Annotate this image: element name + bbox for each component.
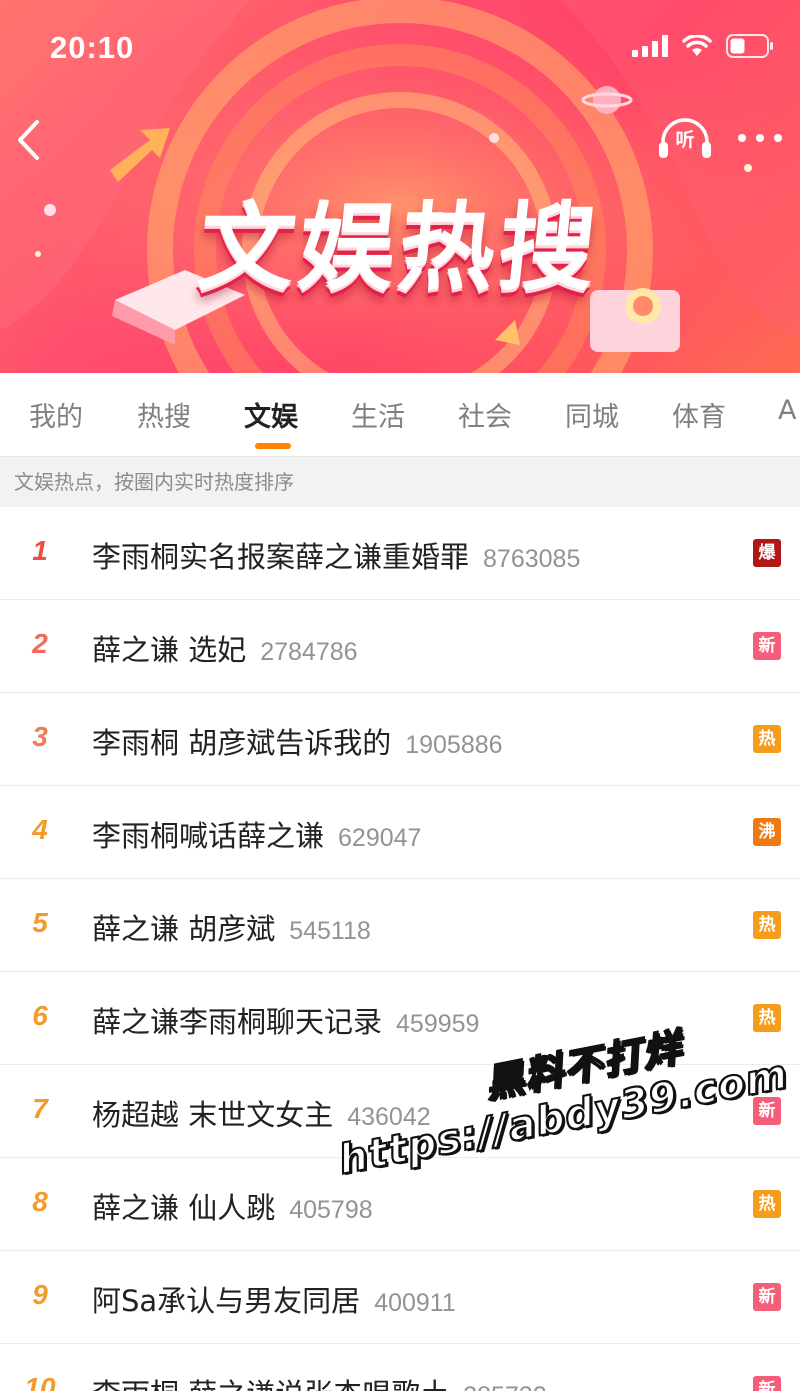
item-count: 2784786 [260, 638, 358, 666]
status-icons [632, 34, 774, 58]
item-title-line: 杨超越 末世文女主 436042 [92, 1092, 431, 1134]
status-badge: 热 [753, 911, 781, 939]
list-item[interactable]: 3 李雨桐 胡彦斌告诉我的 1905886 热 [0, 693, 800, 786]
status-badge: 热 [753, 1190, 781, 1218]
list-item[interactable]: 1 李雨桐实名报案薛之谦重婚罪 8763085 爆 [0, 507, 800, 600]
tab-mine[interactable]: 我的 [29, 395, 83, 434]
status-time: 20:10 [50, 30, 135, 65]
item-title[interactable]: 薛之谦李雨桐聊天记录 [92, 1005, 382, 1039]
list-item[interactable]: 4 李雨桐喊话薛之谦 629047 沸 [0, 786, 800, 879]
status-badge: 新 [753, 1283, 781, 1311]
list-item[interactable]: 10 李雨桐 薛之谦说张杰唱歌土 385732 新 [0, 1344, 800, 1391]
tab-sports[interactable]: 体育 [672, 395, 726, 434]
status-badge: 爆 [753, 539, 781, 567]
rank-number: 7 [32, 1093, 48, 1124]
tab-life[interactable]: 生活 [351, 395, 405, 434]
list-item[interactable]: 5 薛之谦 胡彦斌 545118 热 [0, 879, 800, 972]
header-banner: 20:10 听 文娱热搜 [0, 0, 800, 373]
list-item[interactable]: 8 薛之谦 仙人跳 405798 热 [0, 1158, 800, 1251]
item-count: 629047 [338, 824, 422, 852]
listen-label: 听 [675, 129, 695, 151]
item-title[interactable]: 薛之谦 选妃 [92, 633, 246, 667]
item-title[interactable]: 薛之谦 仙人跳 [92, 1191, 275, 1225]
item-count: 459959 [396, 1010, 480, 1038]
list-item[interactable]: 9 阿Sa承认与男友同居 400911 新 [0, 1251, 800, 1344]
wifi-icon [682, 35, 712, 56]
status-bar: 20:10 [0, 0, 800, 100]
item-title-line: 薛之谦李雨桐聊天记录 459959 [92, 999, 479, 1041]
rank-number: 2 [32, 628, 48, 659]
more-dot-icon [738, 134, 746, 142]
item-title-line: 薛之谦 选妃 2784786 [92, 627, 358, 669]
item-count: 400911 [374, 1289, 456, 1317]
item-title-line: 李雨桐 薛之谦说张杰唱歌土 385732 [92, 1371, 547, 1391]
status-badge: 新 [753, 632, 781, 660]
status-badge: 沸 [753, 818, 781, 846]
rank-number: 10 [24, 1372, 56, 1391]
item-count: 385732 [463, 1382, 546, 1391]
item-count: 1905886 [405, 731, 503, 759]
item-title[interactable]: 阿Sa承认与男友同居 [92, 1284, 360, 1318]
status-badge: 热 [753, 725, 781, 753]
rank-number: 6 [32, 1000, 48, 1031]
rank-number: 1 [32, 535, 48, 566]
item-title-line: 薛之谦 胡彦斌 545118 [92, 906, 371, 948]
list-item[interactable]: 2 薛之谦 选妃 2784786 新 [0, 600, 800, 693]
battery-icon [726, 34, 773, 58]
tab-more-partial[interactable]: A [778, 395, 796, 426]
rank-number: 5 [32, 907, 48, 938]
page-title: 文娱热搜 [193, 192, 605, 304]
tab-entertainment[interactable]: 文娱 [244, 395, 298, 434]
chevron-left-icon [18, 120, 39, 160]
item-title-line: 薛之谦 仙人跳 405798 [92, 1185, 373, 1227]
item-count: 8763085 [483, 545, 581, 573]
rank-number: 3 [32, 721, 48, 752]
item-title-line: 李雨桐喊话薛之谦 629047 [92, 813, 421, 855]
rank-number: 9 [32, 1279, 48, 1310]
list-item[interactable]: 7 杨超越 末世文女主 436042 新 [0, 1065, 800, 1158]
hot-search-list: 1 李雨桐实名报案薛之谦重婚罪 8763085 爆 2 薛之谦 选妃 2784786… [0, 507, 800, 1391]
status-badge: 热 [753, 1004, 781, 1032]
item-title[interactable]: 李雨桐实名报案薛之谦重婚罪 [92, 540, 469, 574]
item-count: 405798 [289, 1196, 373, 1224]
item-title-line: 阿Sa承认与男友同居 400911 [92, 1278, 456, 1320]
item-count: 436042 [347, 1103, 431, 1131]
listen-button[interactable]: 听 [656, 116, 714, 164]
item-title[interactable]: 李雨桐 薛之谦说张杰唱歌土 [92, 1377, 449, 1391]
tab-hot-search[interactable]: 热搜 [137, 395, 191, 434]
item-title[interactable]: 李雨桐 胡彦斌告诉我的 [92, 726, 391, 760]
status-badge: 新 [753, 1097, 781, 1125]
category-tabs: 我的 热搜 文娱 生活 社会 同城 体育 A [0, 373, 800, 457]
rank-number: 4 [32, 814, 48, 845]
item-title[interactable]: 李雨桐喊话薛之谦 [92, 819, 324, 853]
signal-icon [632, 35, 668, 57]
item-count: 545118 [289, 917, 371, 945]
list-item[interactable]: 6 薛之谦李雨桐聊天记录 459959 热 [0, 972, 800, 1065]
active-tab-indicator [255, 443, 291, 449]
item-title[interactable]: 薛之谦 胡彦斌 [92, 912, 275, 946]
item-title-line: 李雨桐 胡彦斌告诉我的 1905886 [92, 720, 503, 762]
back-button[interactable] [8, 116, 48, 164]
more-dot-icon [756, 134, 764, 142]
rank-number: 8 [32, 1186, 48, 1217]
more-button[interactable] [736, 120, 784, 156]
list-hint: 文娱热点，按圈内实时热度排序 [0, 457, 800, 507]
status-badge: 新 [753, 1376, 781, 1391]
item-title[interactable]: 杨超越 末世文女主 [92, 1098, 333, 1132]
more-dot-icon [774, 134, 782, 142]
item-title-line: 李雨桐实名报案薛之谦重婚罪 8763085 [92, 534, 580, 576]
tab-local[interactable]: 同城 [565, 395, 619, 434]
tab-society[interactable]: 社会 [458, 395, 512, 434]
